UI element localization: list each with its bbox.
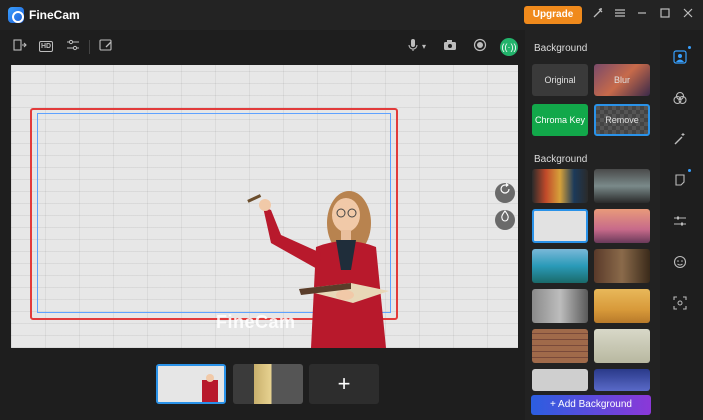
background-tile[interactable] [532, 169, 588, 203]
scene-thumbnail[interactable] [233, 364, 303, 404]
camera-snapshot-icon[interactable] [441, 38, 459, 56]
mode-section-title: Background [534, 43, 588, 54]
settings-sliders-icon[interactable] [673, 214, 687, 228]
magic-wand-icon[interactable] [673, 132, 687, 146]
toolbar-divider [89, 40, 90, 54]
adjust-sliders-icon[interactable] [64, 38, 82, 56]
background-tile[interactable] [594, 329, 650, 363]
maximize-icon[interactable] [656, 6, 674, 24]
camera-preview[interactable]: FineCam [11, 65, 518, 348]
mode-chroma-key-button[interactable]: Chroma Key [532, 104, 588, 136]
notification-dot [688, 169, 691, 172]
wand-icon[interactable] [589, 6, 607, 24]
background-tile[interactable] [532, 329, 588, 363]
background-tile[interactable] [532, 369, 588, 391]
add-background-button[interactable]: + Add Background [531, 395, 651, 415]
background-person-icon[interactable] [673, 50, 687, 64]
app-title: FineCam [29, 8, 80, 22]
background-tile-selected[interactable] [532, 209, 588, 243]
avatar-face-icon[interactable] [673, 255, 687, 269]
filters-icon[interactable] [673, 91, 687, 105]
mode-remove-button[interactable]: Remove [594, 104, 650, 136]
record-icon[interactable] [471, 38, 489, 56]
background-tile[interactable] [594, 249, 650, 283]
upgrade-button[interactable]: Upgrade [524, 6, 582, 24]
background-tile[interactable] [594, 289, 650, 323]
background-tile[interactable] [532, 249, 588, 283]
background-tile[interactable] [594, 169, 650, 203]
minimize-icon[interactable] [633, 6, 651, 24]
export-icon[interactable] [11, 38, 29, 56]
finecam-logo-icon [8, 7, 24, 23]
annotate-icon[interactable] [97, 38, 115, 56]
title-bar: FineCam Upgrade [0, 0, 703, 30]
hd-quality-icon[interactable]: HD [39, 41, 53, 52]
mode-original-button[interactable]: Original [532, 64, 588, 96]
add-scene-button[interactable]: + [309, 364, 379, 404]
backgrounds-section-title: Background [534, 154, 588, 165]
notification-dot [688, 46, 691, 49]
preview-toolbar: HD ▾ ((·)) [0, 30, 525, 64]
live-stream-icon[interactable]: ((·)) [500, 38, 518, 56]
rotate-icon[interactable] [495, 183, 515, 203]
chevron-down-icon[interactable]: ▾ [419, 38, 429, 56]
color-drop-icon[interactable] [495, 210, 515, 230]
sticker-icon[interactable] [673, 173, 687, 187]
ar-scan-icon[interactable] [673, 296, 687, 310]
background-tile[interactable] [532, 289, 588, 323]
close-icon[interactable] [679, 6, 697, 24]
background-tile[interactable] [594, 369, 650, 391]
scene-thumbnail[interactable] [156, 364, 226, 404]
background-tile[interactable] [594, 209, 650, 243]
menu-icon[interactable] [611, 6, 629, 24]
watermark-text: FineCam [216, 312, 296, 332]
mode-blur-button[interactable]: Blur [594, 64, 650, 96]
